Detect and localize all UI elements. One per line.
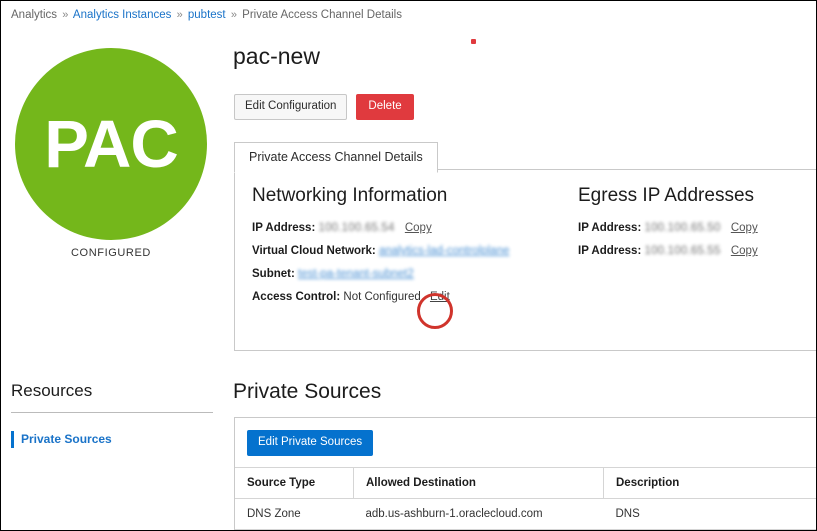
column-header-allowed-destination[interactable]: Allowed Destination (353, 467, 604, 499)
breadcrumb-item-pubtest[interactable]: pubtest (188, 9, 226, 21)
breadcrumb-separator-icon: » (62, 9, 69, 21)
table-header-row: Source Type Allowed Destination Descript… (235, 467, 816, 499)
cell-description: DNS (603, 498, 816, 530)
networking-information-section: Networking Information IP Address: 100.1… (252, 184, 582, 313)
field-label-access-control: Access Control: (252, 291, 341, 303)
column-header-description[interactable]: Description (603, 467, 816, 499)
delete-button[interactable]: Delete (356, 94, 414, 120)
field-label-subnet: Subnet: (252, 268, 295, 280)
breadcrumb-separator-icon: » (176, 9, 183, 21)
breadcrumb-item-analytics: Analytics (11, 9, 58, 21)
pac-badge-label: PAC (44, 106, 178, 182)
field-value-ip-address: 100.100.65.54 (318, 222, 395, 234)
page-title: pac-new (233, 43, 320, 69)
copy-ip-address-link[interactable]: Copy (405, 222, 432, 234)
copy-egress-ip-1-link[interactable]: Copy (731, 222, 758, 234)
red-dot-annotation-icon (471, 39, 476, 44)
pac-status-text: CONFIGURED (71, 247, 151, 259)
networking-information-title: Networking Information (252, 185, 448, 206)
field-egress-ip-address: IP Address: 100.100.65.50 Copy (578, 221, 808, 235)
field-virtual-cloud-network: Virtual Cloud Network: analytics-lad-con… (252, 244, 582, 258)
field-egress-ip-address: IP Address: 100.100.65.55 Copy (578, 244, 808, 258)
cell-allowed-destination: adb.us-ashburn-1.oraclecloud.com (353, 498, 604, 530)
column-header-source-type[interactable]: Source Type (235, 467, 354, 499)
field-label-egress-ip-1: IP Address: (578, 222, 642, 234)
field-label-ip-address: IP Address: (252, 222, 316, 234)
field-label-virtual-cloud-network: Virtual Cloud Network: (252, 245, 376, 257)
tab-private-access-channel-details[interactable]: Private Access Channel Details (234, 142, 438, 173)
edit-access-control-link[interactable]: Edit (430, 291, 450, 303)
field-ip-address: IP Address: 100.100.65.54 Copy (252, 221, 582, 235)
egress-ip-addresses-section: Egress IP Addresses IP Address: 100.100.… (578, 184, 808, 267)
pac-status-badge-icon: PAC (15, 48, 207, 240)
private-sources-heading: Private Sources (233, 380, 382, 403)
field-value-access-control: Not Configured (343, 291, 421, 303)
resources-divider (11, 412, 213, 413)
field-subnet: Subnet: test-pa-tenant-subnet2 (252, 267, 582, 281)
private-sources-panel: Edit Private Sources Source Type Allowed… (234, 417, 816, 530)
field-value-virtual-cloud-network-link[interactable]: analytics-lad-controlplane (379, 245, 509, 257)
private-sources-toolbar: Edit Private Sources (235, 418, 816, 467)
field-label-egress-ip-2: IP Address: (578, 245, 642, 257)
field-value-subnet-link[interactable]: test-pa-tenant-subnet2 (298, 268, 414, 280)
page-actions: Edit Configuration Delete (234, 94, 414, 120)
resources-heading: Resources (11, 381, 93, 400)
breadcrumb-separator-icon: » (230, 9, 237, 21)
edit-configuration-button[interactable]: Edit Configuration (234, 94, 348, 120)
egress-ip-addresses-title: Egress IP Addresses (578, 185, 755, 206)
field-value-egress-ip-2: 100.100.65.55 (644, 245, 721, 257)
details-panel: Networking Information IP Address: 100.1… (234, 169, 816, 351)
breadcrumb-item-analytics-instances[interactable]: Analytics Instances (73, 9, 171, 21)
sidebar-item-label: Private Sources (21, 432, 112, 446)
field-access-control: Access Control: Not Configured Edit (252, 290, 582, 304)
sidebar-item-private-sources[interactable]: Private Sources (11, 431, 112, 448)
cell-source-type: DNS Zone (235, 498, 354, 530)
private-sources-table: Source Type Allowed Destination Descript… (235, 467, 816, 530)
copy-egress-ip-2-link[interactable]: Copy (731, 245, 758, 257)
field-value-egress-ip-1: 100.100.65.50 (644, 222, 721, 234)
page-root: Analytics » Analytics Instances » pubtes… (0, 0, 817, 531)
breadcrumb-item-current: Private Access Channel Details (242, 9, 402, 21)
edit-private-sources-button[interactable]: Edit Private Sources (247, 430, 374, 456)
table-row[interactable]: DNS Zone adb.us-ashburn-1.oraclecloud.co… (235, 498, 816, 530)
breadcrumb: Analytics » Analytics Instances » pubtes… (11, 8, 402, 22)
